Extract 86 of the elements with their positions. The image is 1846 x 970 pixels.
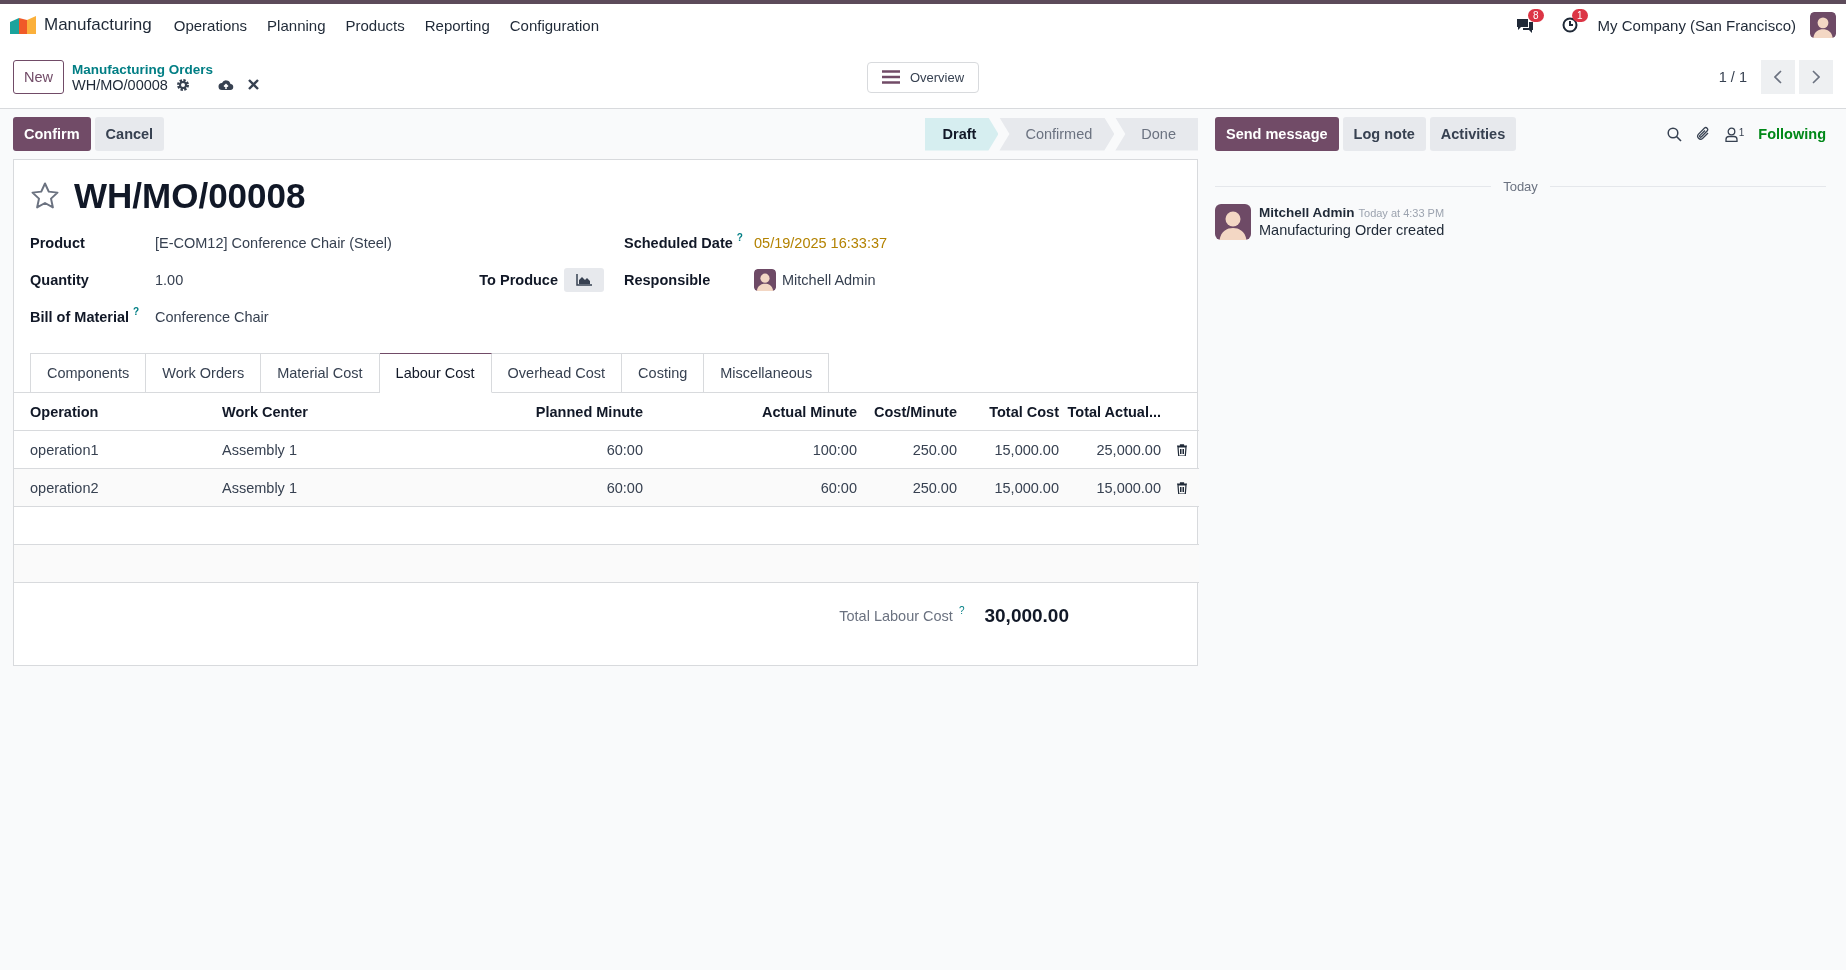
cloud-upload-icon[interactable]	[217, 78, 234, 91]
column-header[interactable]: Actual Minute	[651, 393, 865, 431]
column-header[interactable]: Total Actual...	[1067, 393, 1169, 431]
table-cell: 15,000.00	[965, 469, 1067, 507]
menu-item[interactable]: Planning	[257, 10, 336, 40]
chatter-button[interactable]: Log note	[1342, 117, 1426, 151]
table-cell: 60:00	[409, 469, 651, 507]
menu-item[interactable]: Products	[335, 10, 415, 40]
activity-count-badge: 1	[1572, 9, 1588, 22]
field-value[interactable]: 05/19/2025 16:33:37	[754, 234, 888, 251]
person-icon[interactable]	[1724, 126, 1738, 142]
table-cell: 60:00	[651, 469, 865, 507]
field-label: Bill of Material	[30, 308, 130, 325]
notebook-tab[interactable]: Miscellaneous	[704, 353, 830, 393]
avatar-icon	[754, 268, 776, 291]
notebook-tab[interactable]: Material Cost	[261, 353, 380, 393]
settings-icon[interactable]	[175, 77, 190, 92]
status-stage[interactable]: Done	[1115, 117, 1198, 151]
overview-button[interactable]: Overview	[866, 61, 980, 93]
status-stage[interactable]: Confirmed	[999, 117, 1115, 151]
paperclip-icon[interactable]	[1695, 126, 1711, 142]
chatter-button[interactable]: Activities	[1429, 117, 1517, 151]
delete-icon[interactable]	[1177, 443, 1187, 456]
notebook-tab[interactable]: Components	[30, 353, 147, 393]
app-logo-icon	[10, 16, 36, 34]
help-mark[interactable]: ?	[958, 605, 965, 616]
notebook-tab[interactable]: Costing	[622, 353, 705, 393]
record-name: WH/MO/00008	[72, 76, 168, 93]
total-value: 30,000.00	[984, 605, 1069, 627]
breadcrumb-link[interactable]: Manufacturing Orders	[72, 61, 259, 77]
field-label: Scheduled Date	[624, 234, 733, 251]
search-icon[interactable]	[1666, 126, 1682, 142]
date-separator: Today	[1503, 179, 1538, 194]
field-label: Responsible	[624, 271, 711, 288]
column-header[interactable]: Work Center	[214, 393, 409, 431]
message-body: Manufacturing Order created	[1259, 222, 1445, 238]
message-count-badge: 8	[1528, 9, 1544, 22]
follower-count: 1	[1738, 126, 1745, 138]
action-button[interactable]: Confirm	[13, 117, 91, 151]
field-label: Quantity	[30, 271, 89, 288]
message-author[interactable]: Mitchell Admin	[1259, 205, 1355, 220]
following-button[interactable]: Following	[1758, 126, 1826, 142]
field-value[interactable]: 1.00	[155, 271, 184, 288]
notebook-tab[interactable]: Labour Cost	[379, 353, 492, 393]
column-header[interactable]: Cost/Minute	[865, 393, 965, 431]
delete-icon[interactable]	[1177, 481, 1187, 494]
chevron-right-icon	[1812, 70, 1820, 84]
message-time: Today at 4:33 PM	[1358, 207, 1445, 219]
menu-item[interactable]: Operations	[163, 10, 258, 40]
field-value[interactable]: Mitchell Admin	[782, 271, 876, 288]
area-chart-icon	[576, 273, 592, 286]
menu-icon	[881, 70, 900, 84]
forecast-button[interactable]	[564, 267, 604, 292]
avatar-icon	[1215, 204, 1251, 240]
table-cell: operation2	[14, 469, 214, 507]
column-header[interactable]: Operation	[14, 393, 214, 431]
menu-item[interactable]: Reporting	[414, 10, 500, 40]
help-mark[interactable]: ?	[133, 306, 140, 317]
help-mark[interactable]: ?	[736, 232, 743, 243]
column-header[interactable]: Planned Minute	[409, 393, 651, 431]
table-cell: 15,000.00	[1067, 469, 1169, 507]
column-header[interactable]: Total Cost	[965, 393, 1067, 431]
avatar-icon	[1810, 12, 1836, 38]
app-name[interactable]: Manufacturing	[44, 15, 152, 35]
close-icon[interactable]	[247, 79, 259, 90]
notebook-tab[interactable]: Work Orders	[146, 353, 262, 393]
notebook-tab[interactable]: Overhead Cost	[491, 353, 623, 393]
chat-icon[interactable]	[1515, 17, 1534, 33]
clock-icon[interactable]	[1561, 17, 1578, 33]
total-label: Total Labour Cost	[839, 608, 953, 624]
field-value[interactable]: Conference Chair	[155, 308, 269, 325]
star-icon[interactable]	[30, 181, 60, 211]
table-cell: 250.00	[865, 469, 965, 507]
chevron-left-icon	[1774, 70, 1782, 84]
action-button[interactable]: Cancel	[94, 117, 165, 151]
table-cell: Assembly 1	[214, 469, 409, 507]
chatter-button[interactable]: Send message	[1215, 117, 1339, 151]
field-value[interactable]: [E-COM12] Conference Chair (Steel)	[155, 234, 392, 251]
field-label: To Produce	[479, 270, 558, 290]
company-switcher[interactable]: My Company (San Francisco)	[1597, 16, 1796, 34]
new-button[interactable]: New	[13, 60, 64, 94]
status-stage[interactable]: Draft	[924, 117, 999, 151]
pager-counter: 1 / 1	[1718, 69, 1747, 85]
field-label: Product	[30, 234, 85, 251]
menu-item[interactable]: Configuration	[499, 10, 609, 40]
record-title: WH/MO/00008	[74, 176, 306, 216]
